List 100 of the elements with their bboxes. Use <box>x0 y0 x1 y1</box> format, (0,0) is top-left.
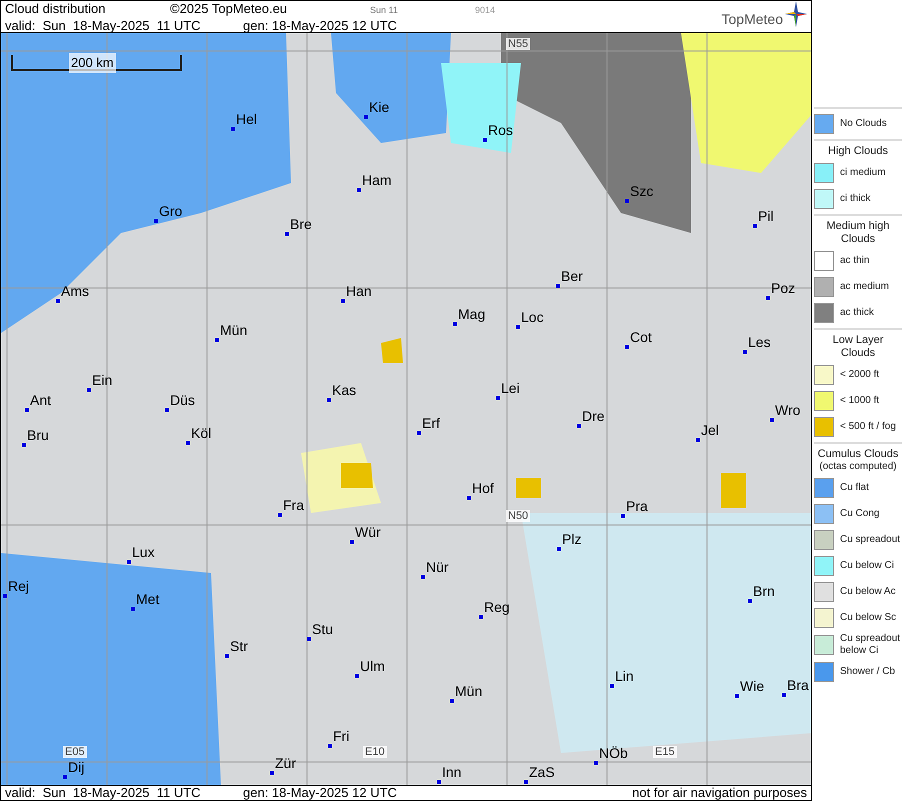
legend-label: ac thin <box>840 255 870 267</box>
city-marker <box>450 699 454 703</box>
city-label: Kas <box>332 383 356 398</box>
city-marker <box>22 443 26 447</box>
city-marker <box>625 199 629 203</box>
grid-label: N55 <box>506 38 530 50</box>
city-label: Ein <box>92 373 112 388</box>
city-label: Dij <box>68 760 84 775</box>
city-label: Poz <box>771 281 796 296</box>
city-marker <box>350 540 354 544</box>
city-label: Lux <box>132 545 155 560</box>
grid-label: N50 <box>506 510 530 522</box>
legend-label: ac thick <box>840 307 874 319</box>
city-label: Fri <box>333 729 350 744</box>
city-label: Köl <box>191 426 212 441</box>
city-marker <box>131 607 135 611</box>
compass-star-icon <box>785 1 807 27</box>
city-label: Lei <box>501 381 520 396</box>
city-label: Nür <box>426 560 449 575</box>
legend-label: ci thick <box>840 193 871 205</box>
city-label: Plz <box>562 532 582 547</box>
city-label: Zür <box>275 756 296 771</box>
logo-text: TopMeteo <box>722 10 783 29</box>
legend-label: No Clouds <box>840 118 887 130</box>
city-label: Dre <box>582 409 605 424</box>
city-marker <box>285 232 289 236</box>
grid-label: E15 <box>653 746 677 758</box>
city-label: Brn <box>753 584 775 599</box>
city-marker <box>364 115 368 119</box>
city-marker <box>516 325 520 329</box>
city-marker <box>496 396 500 400</box>
city-marker <box>328 744 332 748</box>
legend-label: Cu below Ac <box>840 586 896 598</box>
city-marker <box>127 560 131 564</box>
legend-label: Shower / Cb <box>840 666 896 678</box>
city-label: Düs <box>170 393 195 408</box>
legend-label: Cu Cong <box>840 508 880 520</box>
run-label: Sun 11 <box>370 4 399 17</box>
city-label: Gro <box>159 204 182 219</box>
city-label: Wie <box>740 679 764 694</box>
city-label: Han <box>346 284 372 299</box>
city-label: Pra <box>626 499 648 514</box>
city-marker <box>483 138 487 142</box>
city-label: Mün <box>455 684 482 699</box>
scale-label: 200 km <box>69 53 116 72</box>
city-marker <box>355 674 359 678</box>
city-marker <box>577 424 581 428</box>
disclaimer-text: not for air navigation purposes <box>632 786 807 800</box>
city-marker <box>696 438 700 442</box>
city-label: Hel <box>236 112 258 127</box>
city-label: Stu <box>312 622 334 637</box>
city-label: Les <box>748 335 771 350</box>
city-marker <box>770 418 774 422</box>
legend-label: < 1000 ft <box>840 395 880 407</box>
city-label: Mag <box>458 307 486 322</box>
city-marker <box>557 547 561 551</box>
city-marker <box>421 575 425 579</box>
city-marker <box>215 338 219 342</box>
city-label: Rej <box>8 579 30 594</box>
city-marker <box>225 654 229 658</box>
city-marker <box>357 188 361 192</box>
city-label: Hof <box>472 481 494 496</box>
city-marker <box>766 296 770 300</box>
legend-label: ci medium <box>840 167 886 179</box>
city-label: Jel <box>701 423 719 438</box>
grid-label: E05 <box>63 746 87 758</box>
city-marker <box>621 514 625 518</box>
city-marker <box>3 594 7 598</box>
grid-label: E10 <box>363 746 387 758</box>
city-label: Mün <box>220 323 248 338</box>
city-label: Inn <box>442 765 462 780</box>
city-marker <box>753 224 757 228</box>
city-label: Met <box>136 592 160 607</box>
legend-label: Cu spreadout below Ci <box>840 633 902 657</box>
legend-heading: High Clouds <box>827 145 889 158</box>
city-marker <box>594 761 598 765</box>
city-label: NÖb <box>599 746 628 761</box>
city-marker <box>556 284 560 288</box>
city-marker <box>25 408 29 412</box>
city-marker <box>479 615 483 619</box>
city-label: Bre <box>290 217 312 232</box>
city-marker <box>735 694 739 698</box>
legend-label: < 500 ft / fog <box>840 421 896 433</box>
city-label: Bru <box>27 428 49 443</box>
city-label: Lin <box>615 669 634 684</box>
city-marker <box>467 496 471 500</box>
city-label: Ant <box>30 393 52 408</box>
city-label: Ulm <box>360 659 385 674</box>
city-label: Cot <box>630 330 652 345</box>
city-marker <box>625 345 629 349</box>
copyright-text: ©2025 TopMeteo.eu <box>170 1 288 16</box>
city-label: Ams <box>61 284 89 299</box>
city-marker <box>327 398 331 402</box>
city-label: Wro <box>775 403 800 418</box>
legend-heading: Low Layer Clouds <box>832 334 884 360</box>
city-marker <box>610 684 614 688</box>
legend-label: Cu below Sc <box>840 612 896 624</box>
legend-label: Cu spreadout <box>840 534 900 546</box>
city-label: Loc <box>521 310 544 325</box>
city-label: Erf <box>422 416 440 431</box>
